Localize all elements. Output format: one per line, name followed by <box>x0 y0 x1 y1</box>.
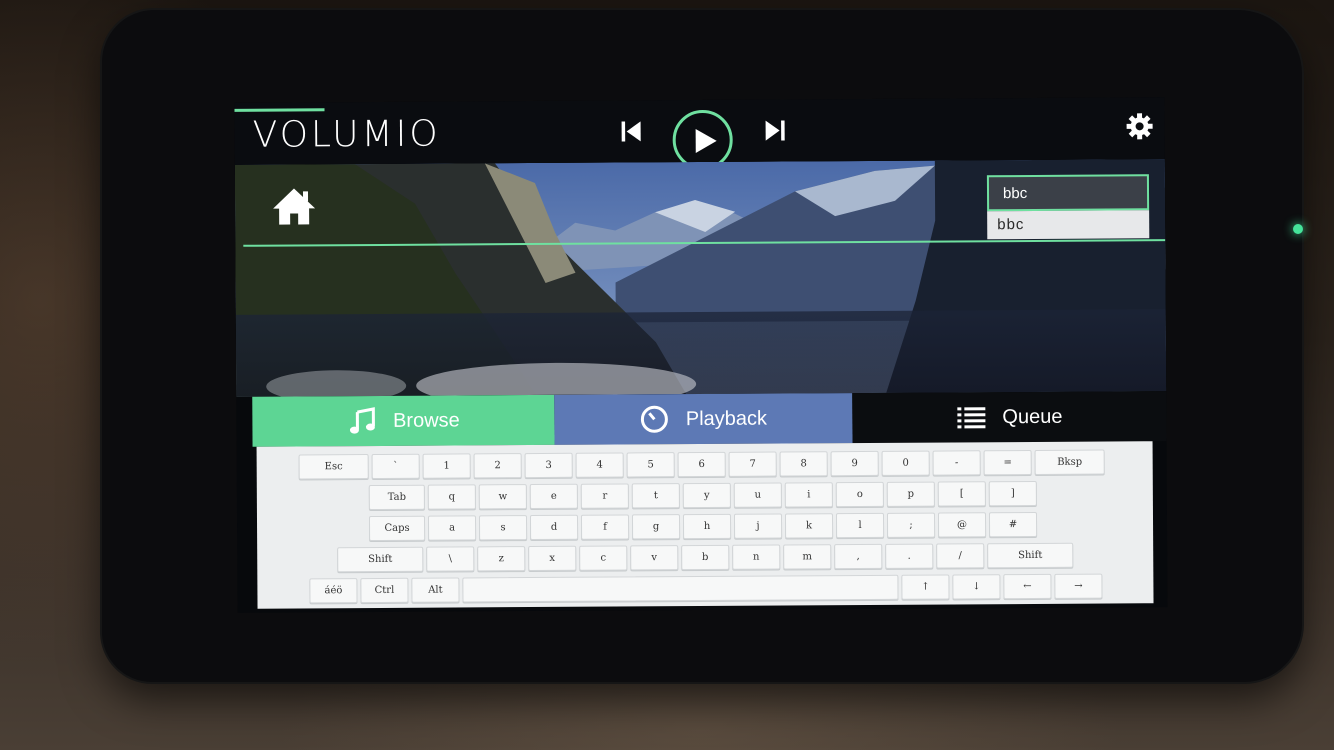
key-i[interactable]: i <box>784 482 833 508</box>
key-sym11[interactable]: @ <box>937 512 987 538</box>
key-sym10[interactable]: . <box>885 543 934 569</box>
search-suggestion[interactable]: bbc <box>987 210 1150 240</box>
key-sym12[interactable]: ] <box>988 480 1037 507</box>
key-s[interactable]: s <box>478 515 528 541</box>
key-ctrl[interactable]: Ctrl <box>360 577 409 604</box>
clock-icon <box>641 405 669 433</box>
volumio-logo: VOLUMIO <box>252 113 441 156</box>
gear-icon[interactable] <box>1125 111 1155 141</box>
key-p[interactable]: p <box>886 481 935 507</box>
play-icon <box>695 129 717 154</box>
key-u[interactable]: u <box>733 482 782 508</box>
tab-playback[interactable]: Playback <box>554 393 853 445</box>
key-sym1[interactable]: ` <box>371 453 420 480</box>
key-t[interactable]: t <box>631 483 680 509</box>
key-sym11[interactable]: [ <box>937 481 986 507</box>
onscreen-keyboard: Esc ` 1 2 3 4 5 6 7 8 9 0- = Bksp Tab q w e r t y u i o p[] Caps a… <box>256 441 1154 609</box>
list-icon <box>957 407 986 429</box>
key-a[interactable]: a <box>427 515 477 541</box>
key-sym0[interactable]: áéö <box>309 578 358 604</box>
key-h[interactable]: h <box>682 513 732 540</box>
key-l[interactable]: l <box>835 512 885 539</box>
tab-queue[interactable]: Queue <box>852 391 1167 444</box>
key-e[interactable]: e <box>529 483 578 510</box>
key-0[interactable]: 0 <box>881 450 930 476</box>
key-sym13[interactable]: = <box>983 449 1032 476</box>
key-9[interactable]: 9 <box>830 450 879 477</box>
key-x[interactable]: x <box>528 545 577 572</box>
tab-queue-label: Queue <box>1002 405 1063 428</box>
key-tab[interactable]: Tab <box>368 484 425 511</box>
key-1[interactable]: 1 <box>422 453 471 479</box>
key-r[interactable]: r <box>580 483 629 509</box>
tab-browse[interactable]: Browse <box>252 394 555 447</box>
top-bar: VOLUMIO <box>234 97 1165 187</box>
key-b[interactable]: b <box>681 544 730 571</box>
key-c[interactable]: c <box>579 545 628 571</box>
key-4[interactable]: 4 <box>575 452 624 478</box>
music-note-icon <box>349 407 375 434</box>
key-sym12[interactable]: - <box>932 450 981 476</box>
key-k[interactable]: k <box>784 513 834 539</box>
key-space[interactable] <box>462 574 899 603</box>
key-sym1[interactable]: \ <box>426 546 475 572</box>
background-image: bbc <box>234 159 1167 397</box>
key-z[interactable]: z <box>477 546 526 572</box>
key-sym11[interactable]: / <box>936 543 985 569</box>
key-y[interactable]: y <box>682 482 731 509</box>
key-sym7[interactable]: → <box>1054 573 1103 599</box>
key-shift[interactable]: Shift <box>337 546 424 573</box>
key-sym4[interactable]: ↑ <box>901 574 950 600</box>
power-led <box>1293 224 1303 234</box>
key-esc[interactable]: Esc <box>298 454 369 480</box>
key-j[interactable]: j <box>733 513 783 539</box>
key-7[interactable]: 7 <box>728 451 777 477</box>
key-g[interactable]: g <box>631 514 681 540</box>
tab-browse-label: Browse <box>392 408 460 432</box>
key-shift[interactable]: Shift <box>987 542 1074 569</box>
tab-playback-label: Playback <box>685 407 768 430</box>
key-sym10[interactable]: ; <box>886 512 936 538</box>
key-q[interactable]: q <box>427 484 476 510</box>
key-v[interactable]: v <box>630 545 679 571</box>
key-bksp[interactable]: Bksp <box>1034 449 1105 475</box>
key-sym9[interactable]: , <box>834 543 883 570</box>
key-alt[interactable]: Alt <box>411 577 460 603</box>
key-caps[interactable]: Caps <box>368 515 426 542</box>
skip-back-icon[interactable] <box>619 118 645 144</box>
skip-forward-icon[interactable] <box>762 117 788 143</box>
key-sym5[interactable]: ↓ <box>952 574 1001 600</box>
screen: VOLUMIO bbc bbc Browse Playback Queue Es… <box>234 97 1168 613</box>
key-o[interactable]: o <box>835 481 884 508</box>
key-5[interactable]: 5 <box>626 452 675 478</box>
key-d[interactable]: d <box>529 514 579 541</box>
key-3[interactable]: 3 <box>524 452 573 479</box>
key-n[interactable]: n <box>732 544 781 570</box>
logo-accent-bar <box>234 108 325 112</box>
main-tabs: Browse Playback Queue <box>252 391 1167 447</box>
key-m[interactable]: m <box>783 544 832 570</box>
home-icon[interactable] <box>271 186 317 226</box>
key-8[interactable]: 8 <box>779 451 828 477</box>
key-sym6[interactable]: ← <box>1003 573 1052 600</box>
key-sym12[interactable]: # <box>988 511 1038 538</box>
key-2[interactable]: 2 <box>473 453 522 479</box>
key-6[interactable]: 6 <box>677 451 726 478</box>
search-input[interactable] <box>986 174 1150 212</box>
key-f[interactable]: f <box>580 514 630 540</box>
key-w[interactable]: w <box>478 484 527 510</box>
